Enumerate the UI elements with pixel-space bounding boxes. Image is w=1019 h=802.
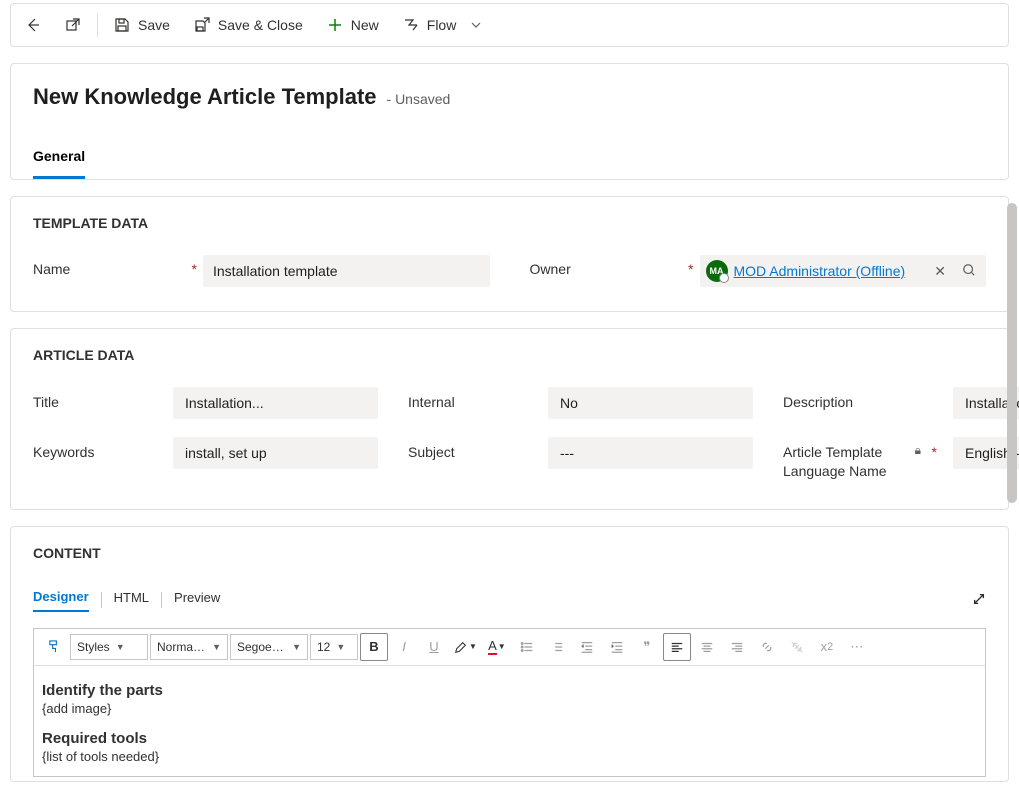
new-button[interactable]: New [315, 5, 391, 45]
content-section: CONTENT Designer HTML Preview Styles▼ No… [10, 526, 1009, 782]
content-heading: Required tools [42, 730, 977, 747]
save-button[interactable]: Save [102, 5, 182, 45]
chevron-down-icon [468, 17, 484, 33]
flow-button[interactable]: Flow [391, 5, 497, 45]
separator [97, 13, 98, 37]
title-label: Title [33, 387, 163, 412]
format-dropdown[interactable]: Normal (...▼ [150, 634, 228, 660]
indent-button[interactable] [603, 633, 631, 661]
content-paragraph: {add image} [42, 701, 977, 716]
align-right-button[interactable] [723, 633, 751, 661]
flow-label: Flow [427, 17, 457, 33]
owner-lookup[interactable]: MA MOD Administrator (Offline) ✕ [700, 255, 987, 287]
save-close-icon [194, 17, 210, 33]
back-button[interactable] [13, 5, 53, 45]
internal-label: Internal [408, 387, 538, 412]
command-bar: Save Save & Close New Flow [10, 3, 1009, 47]
owner-link[interactable]: MOD Administrator (Offline) [734, 263, 923, 279]
name-input[interactable] [203, 255, 490, 287]
save-status: - Unsaved [387, 91, 451, 107]
link-button[interactable] [753, 633, 781, 661]
italic-button[interactable]: I [390, 633, 418, 661]
content-heading: Identify the parts [42, 682, 977, 699]
new-label: New [351, 17, 379, 33]
popout-icon [65, 17, 81, 33]
content-paragraph: {list of tools needed} [42, 749, 977, 764]
save-close-label: Save & Close [218, 17, 303, 33]
tab-preview[interactable]: Preview [174, 590, 220, 611]
outdent-button[interactable] [573, 633, 601, 661]
subject-input[interactable] [548, 437, 753, 469]
font-color-button[interactable]: A▼ [483, 633, 511, 661]
article-data-section: ARTICLE DATA Title Internal Description … [10, 328, 1009, 510]
template-data-section: TEMPLATE DATA Name* Owner* MA MOD Admini… [10, 196, 1009, 312]
tab-designer[interactable]: Designer [33, 589, 89, 612]
keywords-label: Keywords [33, 437, 163, 462]
description-label: Description [783, 387, 943, 412]
clear-owner-button[interactable]: ✕ [928, 263, 952, 280]
more-button[interactable]: ⋯ [843, 633, 871, 661]
number-list-button[interactable] [543, 633, 571, 661]
editor-body[interactable]: Identify the parts {add image} Required … [33, 666, 986, 777]
align-center-button[interactable] [693, 633, 721, 661]
tab-general[interactable]: General [33, 148, 85, 179]
scroll-thumb[interactable] [1007, 203, 1017, 503]
section-title: ARTICLE DATA [11, 329, 1008, 363]
unlink-button[interactable] [783, 633, 811, 661]
keywords-input[interactable] [173, 437, 378, 469]
save-label: Save [138, 17, 170, 33]
bold-button[interactable]: B [360, 633, 388, 661]
size-dropdown[interactable]: 12▼ [310, 634, 358, 660]
save-close-button[interactable]: Save & Close [182, 5, 315, 45]
align-left-button[interactable] [663, 633, 691, 661]
scrollbar[interactable] [1005, 63, 1019, 793]
owner-label: Owner* [530, 255, 700, 277]
title-input[interactable] [173, 387, 378, 419]
internal-input[interactable] [548, 387, 753, 419]
open-new-window-button[interactable] [53, 5, 93, 45]
font-dropdown[interactable]: Segoe UI▼ [230, 634, 308, 660]
avatar: MA [706, 260, 728, 282]
search-icon[interactable] [958, 263, 980, 280]
bullet-list-button[interactable] [513, 633, 541, 661]
form-tabs: General [33, 148, 986, 179]
expand-button[interactable] [972, 592, 986, 609]
arrow-left-icon [25, 17, 41, 33]
language-label: Article Template Language Name*🔒︎ [783, 437, 943, 481]
styles-dropdown[interactable]: Styles▼ [70, 634, 148, 660]
flow-icon [403, 17, 419, 33]
page-title: New Knowledge Article Template [33, 84, 377, 110]
subject-label: Subject [408, 437, 538, 462]
editor-toolbar: Styles▼ Normal (...▼ Segoe UI▼ 12▼ B I U… [33, 628, 986, 666]
highlight-button[interactable]: ▼ [450, 633, 481, 661]
underline-button[interactable]: U [420, 633, 448, 661]
lock-icon: 🔒︎ [915, 442, 921, 458]
name-label: Name* [33, 255, 203, 277]
header-card: New Knowledge Article Template - Unsaved… [10, 63, 1009, 180]
format-painter-button[interactable] [40, 633, 68, 661]
superscript-button[interactable]: x2 [813, 633, 841, 661]
quote-button[interactable]: ❞ [633, 633, 661, 661]
tab-html[interactable]: HTML [114, 590, 149, 611]
section-title: TEMPLATE DATA [11, 197, 1008, 231]
save-icon [114, 17, 130, 33]
section-title: CONTENT [11, 527, 1008, 561]
plus-icon [327, 17, 343, 33]
